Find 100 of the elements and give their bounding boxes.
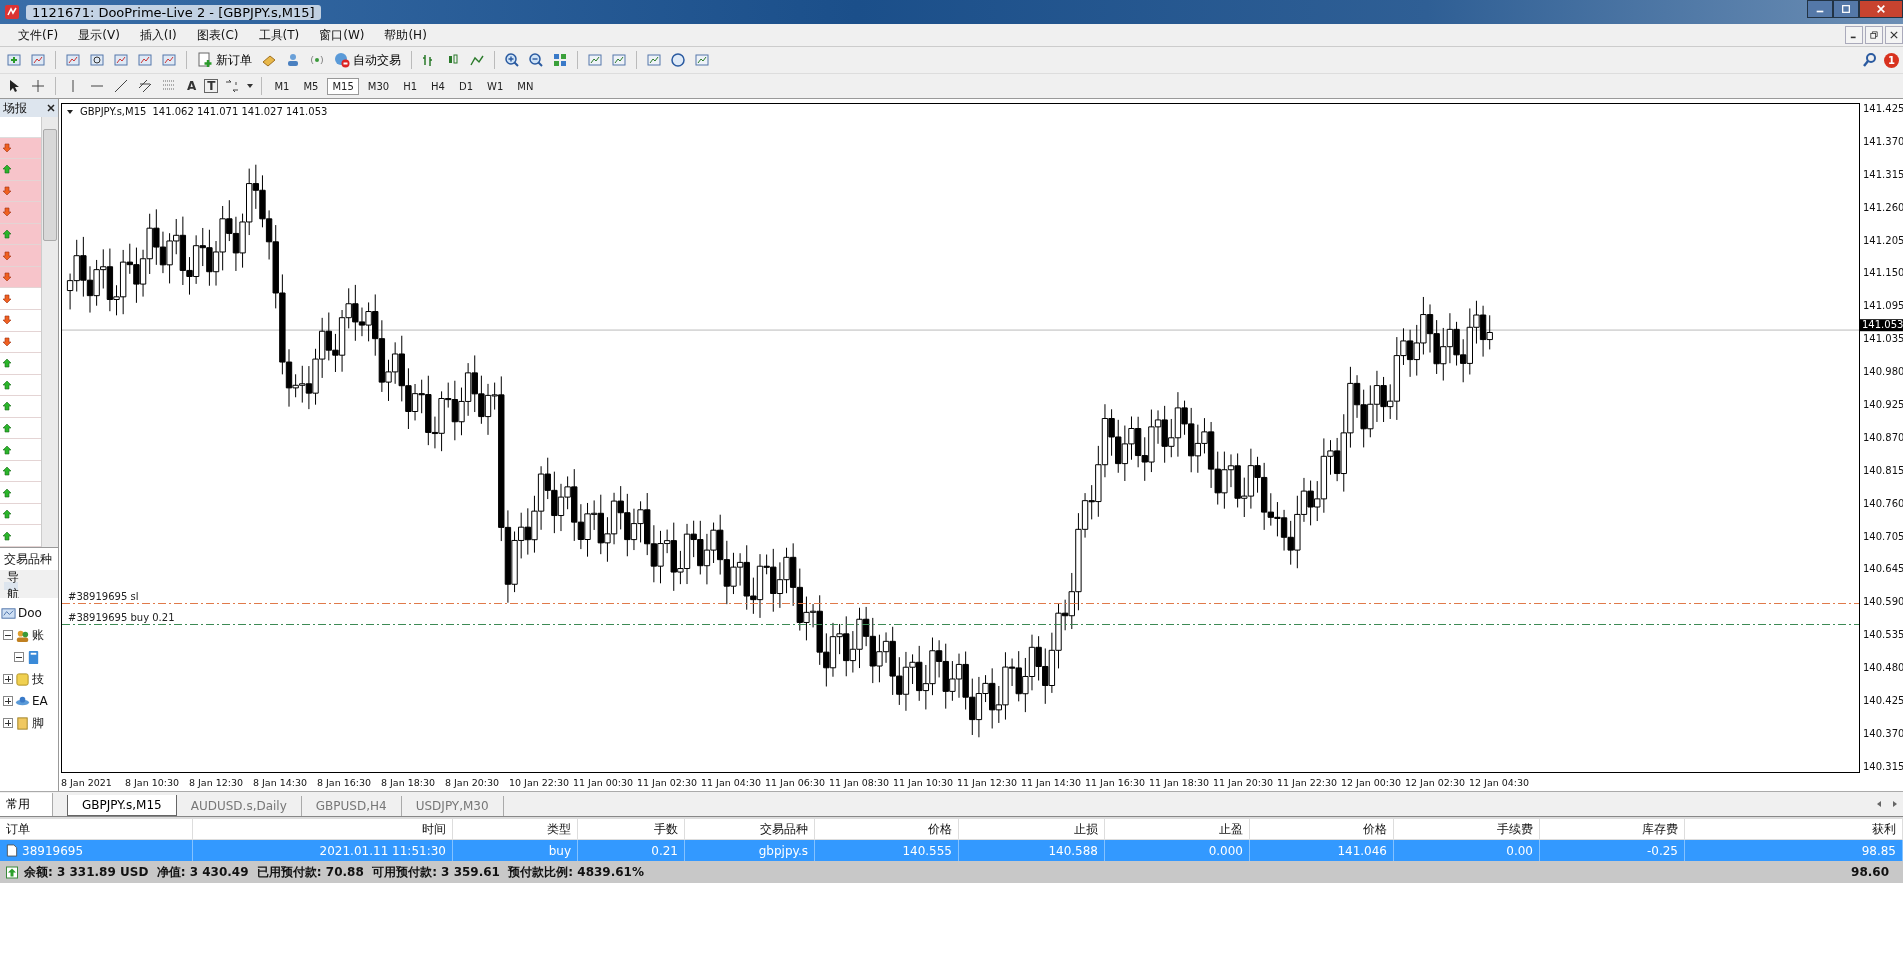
channel-icon[interactable] <box>137 78 153 94</box>
price-tick-label: 140.590 <box>1863 596 1903 609</box>
price-tick-label: 141.150 <box>1863 267 1903 280</box>
up-arrow-icon <box>2 379 12 390</box>
common-tab[interactable]: 常用 <box>0 793 53 816</box>
account-icon[interactable] <box>26 649 41 665</box>
expander-icon[interactable] <box>3 630 13 640</box>
price-tick-label: 140.480 <box>1863 662 1903 675</box>
up-arrow-icon <box>2 509 12 520</box>
timeframe-button[interactable]: M30 <box>362 77 395 95</box>
caret-icon[interactable] <box>66 107 74 116</box>
close-icon[interactable] <box>47 104 55 112</box>
zoom-in-icon[interactable] <box>504 52 520 68</box>
up-arrow-icon <box>2 466 12 477</box>
timeframe-button[interactable]: W1 <box>482 77 509 95</box>
scrollbar[interactable] <box>41 117 58 547</box>
chart-window-icon[interactable] <box>65 52 81 68</box>
time-tick-label: 8 Jan 20:30 <box>445 776 501 788</box>
price-tick-label: 140.705 <box>1863 530 1903 543</box>
time-tick-label: 8 Jan 16:30 <box>317 776 373 788</box>
document-icon <box>6 844 18 857</box>
notification-badge[interactable]: 1 <box>1884 52 1899 68</box>
close-icon <box>1876 4 1886 14</box>
timeframe-button[interactable]: MN <box>512 77 539 95</box>
timeframe-button[interactable]: M5 <box>298 77 324 95</box>
caret-icon[interactable] <box>246 82 255 90</box>
expander-icon[interactable] <box>3 696 13 706</box>
search-icon[interactable] <box>1862 52 1878 68</box>
menu-item[interactable]: 文件(F) <box>8 26 69 44</box>
candlestick-chart[interactable]: GBPJPY.s,M15 141.062 141.071 141.027 141.053 #38919695 sl #38919695 buy 0.21 <box>61 103 1860 773</box>
arrows-icon[interactable] <box>224 78 241 94</box>
new-order-button[interactable]: 新订单 <box>194 49 255 71</box>
timeframe-button[interactable]: M1 <box>269 77 295 95</box>
scroll-left-icon[interactable] <box>1875 800 1883 808</box>
timeframe-button[interactable]: D1 <box>454 77 479 95</box>
text-tool[interactable]: T <box>204 79 219 93</box>
chart-tab[interactable]: USDJPY,M30 <box>401 796 504 816</box>
price-tick-label: 141.205 <box>1863 234 1903 247</box>
price-tick-label: 140.815 <box>1863 464 1903 477</box>
chart-tab[interactable]: GBPUSD,H4 <box>301 796 402 816</box>
order-level-line[interactable] <box>62 623 1859 625</box>
expand-icon[interactable] <box>6 865 18 879</box>
timeframe-button[interactable]: H4 <box>426 77 450 95</box>
time-tick-label: 11 Jan 10:30 <box>893 776 955 788</box>
price-tick-label: 140.980 <box>1863 366 1903 379</box>
tile-windows-icon[interactable] <box>552 52 568 68</box>
up-arrow-icon <box>2 422 12 433</box>
up-arrow-icon <box>2 530 12 541</box>
time-tick-label: 8 Jan 14:30 <box>253 776 309 788</box>
ohlc-values: 141.062 141.071 141.027 141.053 <box>152 106 328 117</box>
tree-item[interactable]: 脚 <box>32 714 44 732</box>
crosshair-icon[interactable] <box>89 52 105 68</box>
close-button[interactable] <box>1859 0 1903 18</box>
time-tick-label: 8 Jan 18:30 <box>381 776 437 788</box>
tree-item[interactable]: Doo <box>18 606 42 620</box>
price-tick-label: 141.370 <box>1863 135 1903 148</box>
menu-item[interactable]: 显示(V) <box>68 26 130 44</box>
time-tick-label: 12 Jan 04:30 <box>1469 776 1531 788</box>
chart-tab[interactable]: AUDUSD.s,Daily <box>176 796 302 816</box>
timeframe-button[interactable]: M15 <box>327 77 359 95</box>
scroll-right-icon[interactable] <box>1891 800 1899 808</box>
up-arrow-icon <box>2 229 12 240</box>
tree-item[interactable]: 账 <box>32 626 44 644</box>
trendline-icon[interactable] <box>113 78 129 94</box>
expander-icon[interactable] <box>3 718 13 728</box>
minimize-button[interactable] <box>1807 0 1833 18</box>
price-tick-label: 140.535 <box>1863 629 1903 642</box>
restore-icon <box>1870 31 1878 39</box>
timeframe-button[interactable]: H1 <box>398 77 423 95</box>
auto-trading-button[interactable]: 自动交易 <box>331 49 404 71</box>
maximize-button[interactable] <box>1833 0 1859 18</box>
menu-item[interactable]: 插入(I) <box>129 26 187 44</box>
price-tick-label: 140.760 <box>1863 497 1903 510</box>
time-tick-label: 11 Jan 22:30 <box>1277 776 1339 788</box>
down-arrow-icon <box>2 336 12 347</box>
account-summary: 余额: 3 331.89 USD 净值: 3 430.49 已用预付款: 70.88 可用预付款: 3 359.61 预付款比例: 4839.61% <box>24 863 644 881</box>
restore-button[interactable] <box>1865 26 1883 44</box>
menu-item[interactable]: 图表(C) <box>186 26 249 44</box>
price-tick-label: 140.870 <box>1863 431 1903 444</box>
price-tick-label: 141.425 <box>1863 103 1903 115</box>
menu-item[interactable]: 帮助(H) <box>374 26 437 44</box>
chart-tab[interactable]: GBPJPY.s,M15 <box>67 795 177 816</box>
tree-item[interactable]: 技 <box>32 670 44 688</box>
time-tick-label: 11 Jan 00:30 <box>573 776 635 788</box>
down-arrow-icon <box>2 250 12 261</box>
menu-item[interactable]: 窗口(W) <box>309 26 375 44</box>
people-icon[interactable] <box>285 52 301 68</box>
time-tick-label: 11 Jan 14:30 <box>1021 776 1083 788</box>
expander-icon[interactable] <box>14 652 24 662</box>
symbols-tab[interactable]: 交易品种 <box>0 547 58 570</box>
expander-icon[interactable] <box>3 674 13 684</box>
maximize-icon <box>1841 4 1851 14</box>
time-tick-label: 8 Jan 10:30 <box>125 776 181 788</box>
menu-item[interactable]: 工具(T) <box>248 26 310 44</box>
zoom-out-icon[interactable] <box>528 52 544 68</box>
close-button[interactable] <box>1885 26 1903 44</box>
text-label-tool[interactable]: A <box>183 79 201 93</box>
tree-item[interactable]: EA <box>32 694 48 708</box>
order-level-line[interactable] <box>62 603 1859 605</box>
new-chart-icon[interactable] <box>6 52 22 68</box>
